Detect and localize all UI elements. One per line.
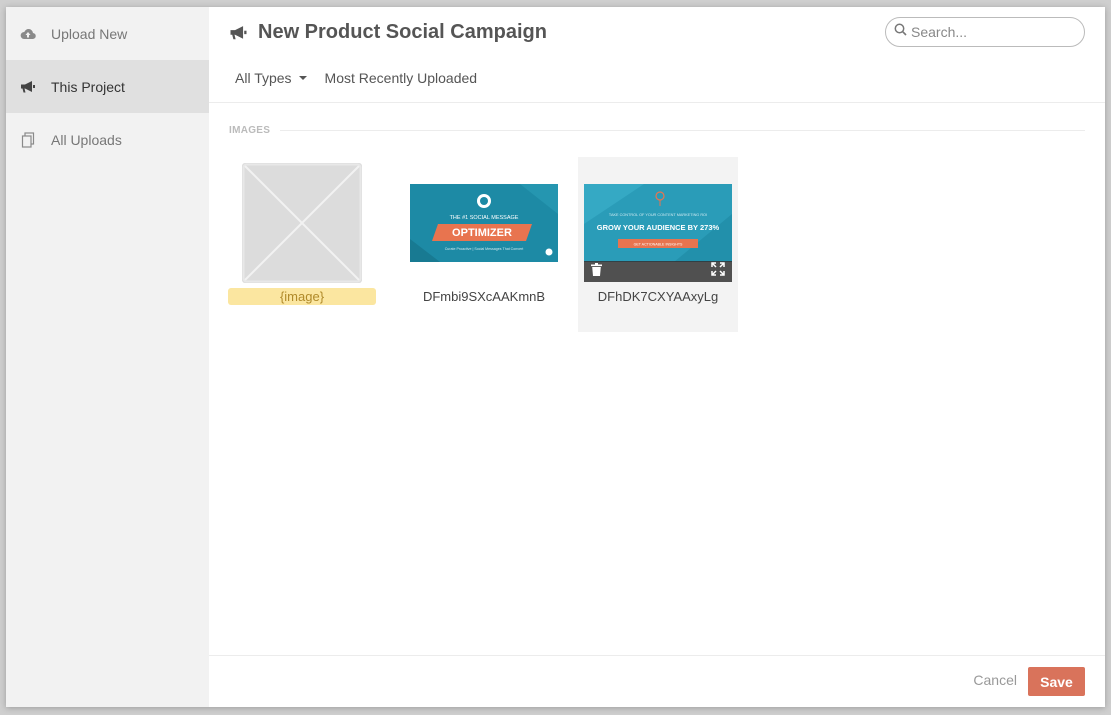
- media-library-modal: Upload New This Project All Uploads New …: [6, 7, 1105, 707]
- copy-icon: [19, 131, 37, 149]
- type-filter-label: All Types: [235, 70, 292, 86]
- section-label: IMAGES: [229, 125, 271, 136]
- sidebar-item-all-uploads[interactable]: All Uploads: [6, 113, 209, 166]
- megaphone-icon: [229, 23, 249, 43]
- image-tile[interactable]: {image}: [228, 157, 388, 332]
- image-tile[interactable]: THE #1 SOCIAL MESSAGE OPTIMIZER Curate P…: [404, 157, 564, 332]
- image-placeholder: [242, 163, 362, 283]
- image-thumbnail: THE #1 SOCIAL MESSAGE OPTIMIZER Curate P…: [410, 184, 558, 262]
- header: New Product Social Campaign All Types Mo…: [209, 7, 1105, 103]
- sidebar-item-label: All Uploads: [51, 131, 122, 148]
- thumb-text: GROW YOUR AUDIENCE BY 273%: [597, 223, 720, 232]
- save-button[interactable]: Save: [1028, 667, 1085, 696]
- images-section-header: IMAGES: [229, 125, 1085, 136]
- trash-icon[interactable]: [591, 262, 602, 281]
- sidebar-item-label: Upload New: [51, 25, 128, 42]
- thumbnail-action-bar: [584, 261, 732, 282]
- image-thumbnail: TAKE CONTROL OF YOUR CONTENT MARKETING R…: [584, 184, 732, 262]
- sidebar-item-label: This Project: [51, 78, 125, 95]
- cancel-button[interactable]: Cancel: [973, 672, 1017, 688]
- thumb-text: THE #1 SOCIAL MESSAGE: [450, 215, 519, 221]
- type-filter-dropdown[interactable]: All Types: [235, 70, 307, 86]
- thumb-text: Curate Proactive | Social Messages That …: [445, 247, 524, 251]
- caret-down-icon: [298, 76, 307, 80]
- main-panel: New Product Social Campaign All Types Mo…: [209, 7, 1105, 707]
- image-name: DFhDK7CXYAAxyLg: [597, 289, 719, 304]
- filter-bar: All Types Most Recently Uploaded: [235, 70, 477, 86]
- page-title: New Product Social Campaign: [258, 21, 547, 43]
- cloud-upload-icon: [19, 25, 37, 43]
- megaphone-icon: [19, 78, 37, 96]
- title-row: New Product Social Campaign: [229, 21, 547, 44]
- sort-filter[interactable]: Most Recently Uploaded: [325, 70, 478, 86]
- sidebar-item-upload-new[interactable]: Upload New: [6, 7, 209, 60]
- search-icon: [894, 23, 907, 41]
- sidebar-item-this-project[interactable]: This Project: [6, 60, 209, 113]
- thumb-text: GET ACTIONABLE INSIGHTS: [634, 243, 683, 247]
- expand-icon[interactable]: [711, 262, 725, 281]
- image-name-highlighted: {image}: [228, 288, 376, 305]
- search-box[interactable]: [885, 17, 1085, 47]
- footer: Cancel Save: [209, 655, 1105, 707]
- image-name: DFmbi9SXcAAKmnB: [422, 289, 546, 304]
- image-tile[interactable]: TAKE CONTROL OF YOUR CONTENT MARKETING R…: [578, 157, 738, 332]
- sidebar: Upload New This Project All Uploads: [6, 7, 209, 707]
- section-divider: [280, 130, 1085, 131]
- thumb-text: TAKE CONTROL OF YOUR CONTENT MARKETING R…: [609, 213, 707, 217]
- thumb-text: OPTIMIZER: [452, 227, 512, 239]
- search-input[interactable]: [911, 24, 1071, 40]
- sort-filter-label: Most Recently Uploaded: [324, 70, 478, 86]
